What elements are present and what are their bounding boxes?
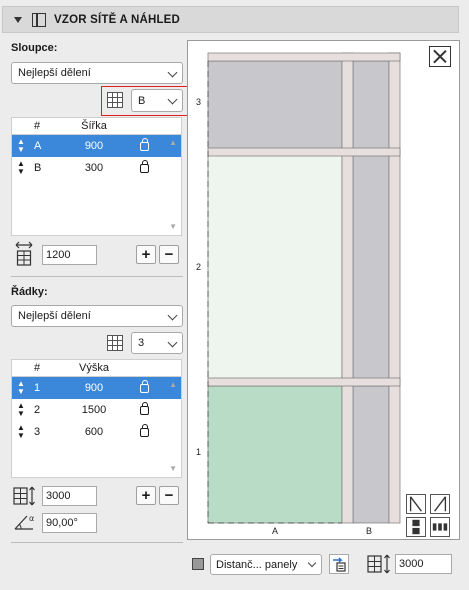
curtain-wall-grid-icon [32,12,46,27]
columns-table[interactable]: # Šířka ▲ ▼ A 900 ▲ ▼ B 300 ▲ ▼ [11,117,182,236]
columns-label: Sloupce: [11,42,58,54]
remove-column-button[interactable]: − [159,245,179,264]
close-icon[interactable] [429,46,451,67]
lock-icon[interactable] [139,423,149,437]
row-label: 2 [196,262,202,272]
table-row[interactable]: ▲ ▼ 3 600 [12,421,181,443]
remove-row-button[interactable]: − [159,486,179,505]
row-value[interactable]: 600 [54,426,134,438]
table-row[interactable]: ▲ ▼ B 300 [12,157,181,179]
columns-total-field[interactable]: 1200 [42,245,97,265]
rows-division-value: Nejlepší dělení [18,310,91,322]
angle-field[interactable]: 90,00° [42,513,97,533]
transom [207,52,401,62]
mullion [341,52,354,524]
scroll-down-icon[interactable]: ▼ [169,222,177,231]
drag-handle-icon[interactable]: ▲ ▼ [12,380,30,396]
height-field[interactable]: 3000 [395,554,452,574]
angle-icon: α [14,514,34,530]
vertical-layout-icon[interactable] [406,517,426,537]
lock-open-icon[interactable] [139,379,149,393]
drag-handle-icon[interactable]: ▲ ▼ [12,424,30,440]
transom [207,377,401,387]
panel-a1 [207,385,343,524]
row-count-value: 3 [138,337,145,349]
panel-swatch-icon [192,558,204,570]
collapse-triangle-icon[interactable] [14,16,22,23]
columns-division-value: Nejlepší dělení [18,67,91,79]
drag-handle-icon[interactable]: ▲ ▼ [12,138,30,154]
panels-select[interactable]: Distanč... panely [210,554,322,575]
section-title: VZOR SÍTĚ A NÁHLED [54,13,181,26]
total-width-icon [15,241,33,266]
columns-division-select[interactable]: Nejlepší dělení [11,62,183,84]
chevron-down-icon [307,558,317,568]
slope-right-icon[interactable] [430,494,450,514]
row-id: A [34,140,42,152]
row-label: 1 [196,447,202,457]
grid-preview [187,40,460,540]
transom [207,147,401,157]
column-label: A [272,526,279,536]
panel-b1 [352,385,390,524]
rows-table[interactable]: # Výška ▲ ▼ 1 900 ▲ ▼ 2 1500 ▲ ▼ 3 600 ▲ ▼ [11,359,182,478]
row-value[interactable]: 1500 [54,404,134,416]
table-header: # Šířka [12,118,181,135]
mullion [388,52,401,524]
rows-total-field[interactable]: 3000 [42,486,97,506]
slope-left-icon[interactable] [406,494,426,514]
scroll-down-icon[interactable]: ▼ [169,464,177,473]
table-row[interactable]: ▲ ▼ 1 900 [12,377,181,399]
chevron-down-icon [167,337,178,348]
lock-icon[interactable] [139,159,149,173]
row-id: B [34,162,42,174]
column-header-number: # [34,362,41,374]
column-label: B [366,526,373,536]
column-header-height: Výška [79,362,109,374]
table-header: # Výška [12,360,181,377]
row-label: 3 [196,97,202,107]
rows-division-select[interactable]: Nejlepší dělení [11,305,183,327]
row-id: 2 [34,404,41,416]
height-icon [367,554,390,574]
divider [11,542,183,543]
section-header[interactable]: VZOR SÍTĚ A NÁHLED [2,6,459,33]
divider [11,276,183,277]
row-value[interactable]: 300 [54,162,134,174]
drag-handle-icon[interactable]: ▲ ▼ [12,402,30,418]
add-column-button[interactable]: + [136,245,156,264]
scroll-up-icon[interactable]: ▲ [169,138,177,147]
panel-a3 [207,60,343,150]
total-height-icon [13,486,35,506]
column-header-number: # [34,120,41,132]
grid-icon [107,335,123,351]
panel-b2 [352,154,390,380]
drag-handle-icon[interactable]: ▲ ▼ [12,160,30,176]
grid-layout-icon[interactable] [430,517,450,537]
add-row-button[interactable]: + [136,486,156,505]
transfer-settings-icon[interactable] [329,554,349,574]
grid-preview-canvas [207,52,401,524]
column-header-width: Šířka [81,120,107,132]
panel-a2 [207,154,343,380]
lock-icon[interactable] [139,401,149,415]
svg-text:α: α [29,514,34,523]
panel-b3 [352,60,390,150]
row-value[interactable]: 900 [54,140,134,152]
chevron-down-icon [167,67,178,78]
lock-open-icon[interactable] [139,137,149,151]
row-id: 3 [34,426,41,438]
row-id: 1 [34,382,41,394]
row-count-select[interactable]: 3 [131,332,183,354]
highlight-box [101,86,188,116]
scroll-up-icon[interactable]: ▲ [169,380,177,389]
row-value[interactable]: 900 [54,382,134,394]
chevron-down-icon [167,310,178,321]
table-row[interactable]: ▲ ▼ 2 1500 [12,399,181,421]
table-row[interactable]: ▲ ▼ A 900 [12,135,181,157]
panels-select-value: Distanč... panely [216,558,298,571]
rows-label: Řádky: [11,286,48,298]
